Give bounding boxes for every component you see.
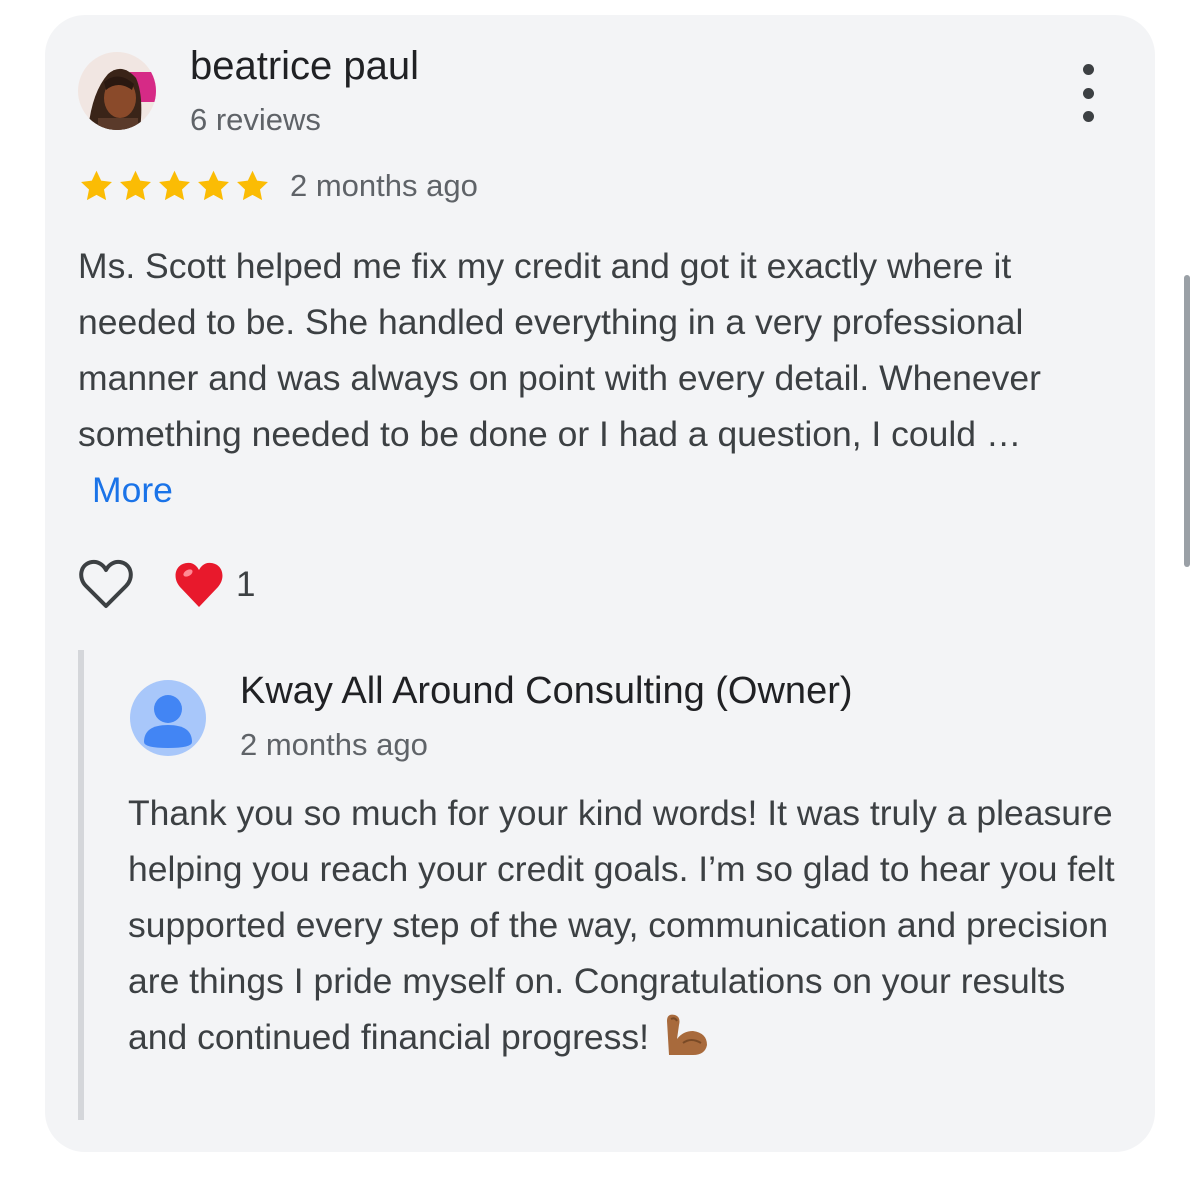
owner-reply-text: Thank you so much for your kind words! I… bbox=[128, 785, 1128, 1073]
owner-name: Kway All Around Consulting (Owner) bbox=[240, 670, 853, 712]
scrollbar[interactable] bbox=[1184, 275, 1190, 567]
person-icon bbox=[144, 695, 192, 748]
owner-avatar[interactable] bbox=[130, 680, 206, 756]
more-vert-icon bbox=[1082, 64, 1094, 75]
owner-reply-date: 2 months ago bbox=[240, 727, 428, 762]
heart-outline-icon bbox=[79, 559, 133, 608]
reviewer-name[interactable]: beatrice paul bbox=[190, 44, 419, 89]
star-icon bbox=[159, 170, 190, 201]
star-icon bbox=[237, 170, 268, 201]
more-vert-icon-dot bbox=[1082, 111, 1094, 122]
star-icon bbox=[120, 170, 151, 201]
more-link[interactable]: More bbox=[92, 470, 173, 510]
review-date: 2 months ago bbox=[290, 168, 478, 203]
red-heart-emoji[interactable] bbox=[174, 560, 224, 610]
flexed-biceps-emoji bbox=[661, 1011, 709, 1073]
review-body: Ms. Scott helped me fix my credit and go… bbox=[78, 246, 1041, 454]
reviewer-review-count: 6 reviews bbox=[190, 102, 321, 137]
more-vert-icon-dot bbox=[1082, 87, 1094, 99]
review-text: Ms. Scott helped me fix my credit and go… bbox=[78, 238, 1108, 518]
star-icon bbox=[198, 170, 229, 201]
star-icon bbox=[81, 170, 112, 201]
owner-reply-body: Thank you so much for your kind words! I… bbox=[128, 793, 1115, 1057]
reply-divider bbox=[78, 650, 84, 1120]
reaction-count: 1 bbox=[236, 565, 256, 604]
flexed-biceps-icon bbox=[667, 1014, 708, 1055]
reviewer-photo bbox=[78, 52, 156, 130]
more-options-button[interactable] bbox=[1068, 64, 1108, 122]
red-heart-icon bbox=[175, 562, 223, 607]
star-rating bbox=[78, 168, 271, 204]
reviewer-avatar[interactable] bbox=[78, 52, 156, 130]
like-button[interactable] bbox=[78, 558, 134, 610]
